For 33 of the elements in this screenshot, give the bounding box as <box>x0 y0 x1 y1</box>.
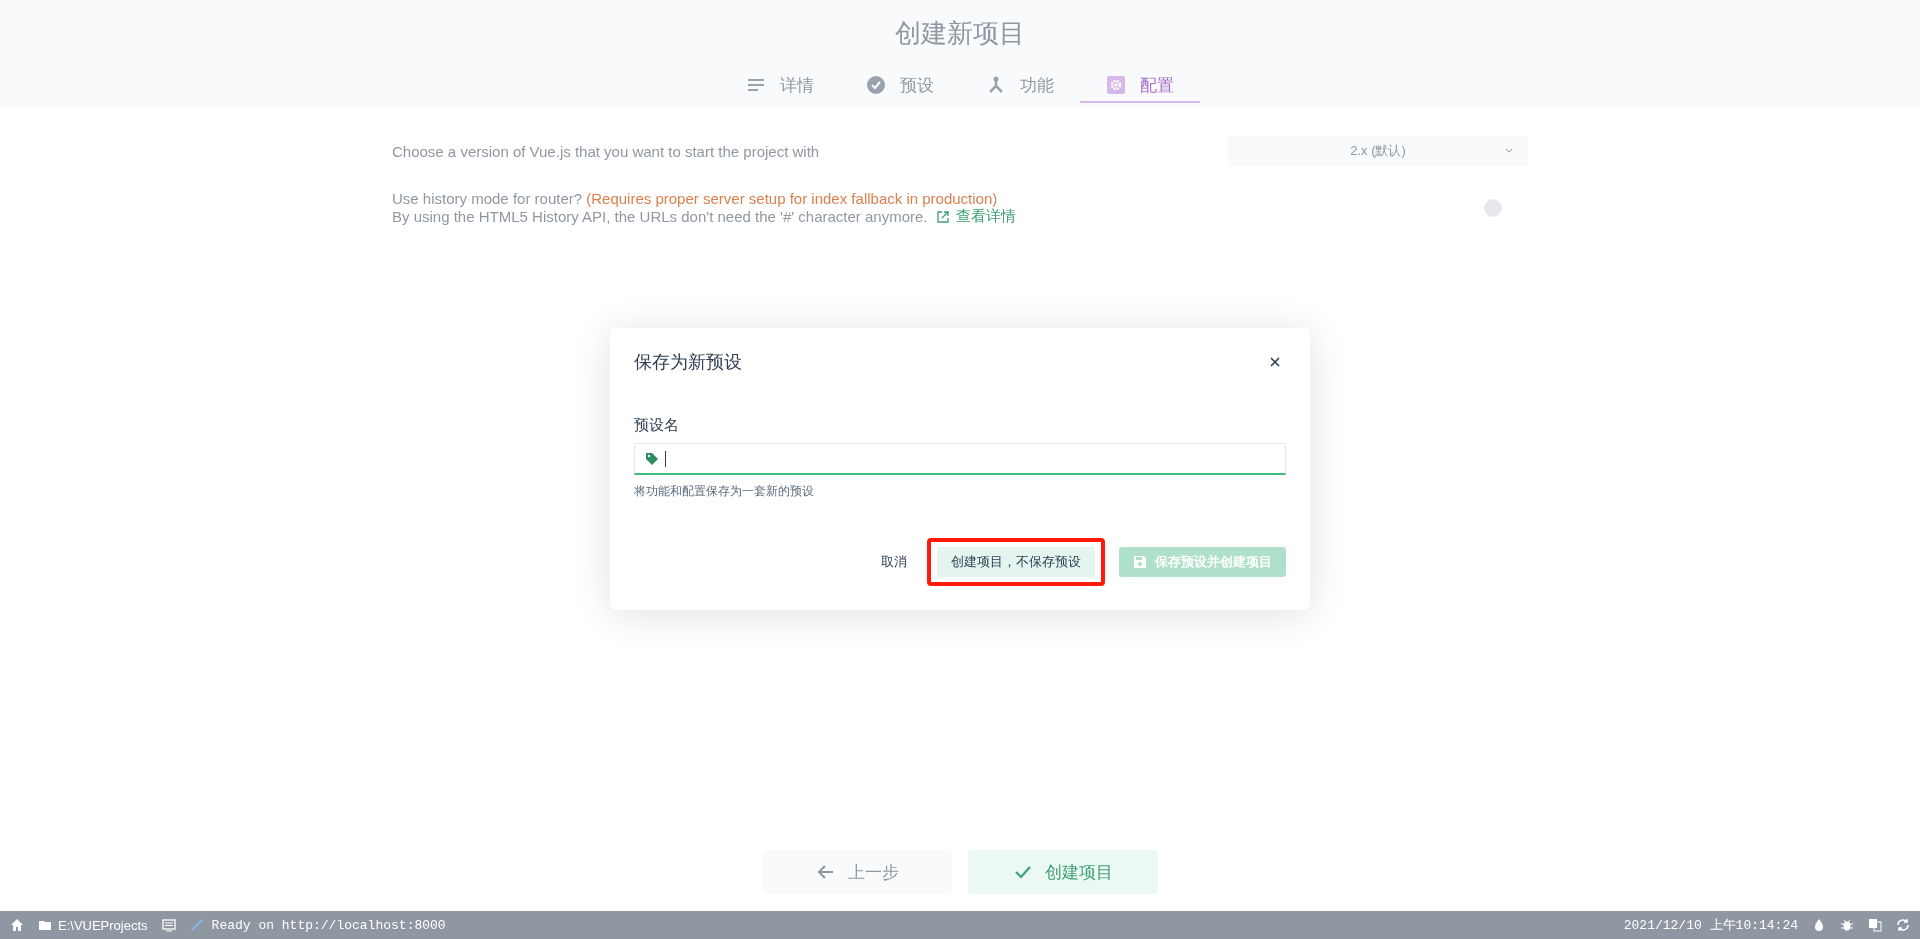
page-title: 创建新项目 <box>895 17 1025 50</box>
save-icon <box>1133 555 1147 569</box>
cancel-button[interactable]: 取消 <box>875 547 913 577</box>
bug-icon[interactable] <box>1840 918 1854 932</box>
folder-icon <box>38 918 52 932</box>
preset-name-field[interactable] <box>634 443 1286 475</box>
create-button[interactable]: 创建项目 <box>968 850 1158 894</box>
refresh-icon[interactable] <box>1896 918 1910 932</box>
project-path[interactable]: E:\VUEProjects <box>58 917 148 933</box>
setting-label: Choose a version of Vue.js that you want to start the project with <box>392 142 820 160</box>
field-hint: 将功能和配置保存为一套新的预设 <box>634 483 815 500</box>
check-circle-icon <box>866 75 886 95</box>
external-link-icon <box>935 209 950 224</box>
field-label: 预设名 <box>634 416 680 435</box>
dialog-title: 保存为新预设 <box>634 351 742 374</box>
tab[interactable]: 配置 <box>1080 69 1200 103</box>
console-icon[interactable] <box>161 918 176 932</box>
setting-label: Use history mode for router? <box>392 190 583 207</box>
tag-icon <box>645 451 659 466</box>
details-link[interactable]: 查看详情 <box>935 207 1016 226</box>
tab[interactable]: 功能 <box>960 69 1080 103</box>
tab[interactable]: 预设 <box>840 69 960 103</box>
status-time: 2021/12/10 上午10:14:24 <box>1623 917 1798 934</box>
contrast-icon[interactable] <box>1812 918 1826 932</box>
log-message: Ready on http://localhost:8000 <box>211 917 446 933</box>
warning-text: (Requires proper server setup for index fallback in production) <box>586 190 998 207</box>
tab[interactable]: 详情 <box>720 69 840 103</box>
setting-description: By using the HTML5 History API, the URLs don't need the '#' character anymore. <box>392 208 928 225</box>
back-button[interactable]: 上一步 <box>762 850 952 894</box>
create-without-saving-button[interactable]: 创建项目，不保存预设 <box>937 547 1095 577</box>
settings-icon <box>1106 75 1126 95</box>
home-icon[interactable] <box>10 918 24 932</box>
version-dropdown[interactable]: 2.x (默认) <box>1228 136 1528 166</box>
